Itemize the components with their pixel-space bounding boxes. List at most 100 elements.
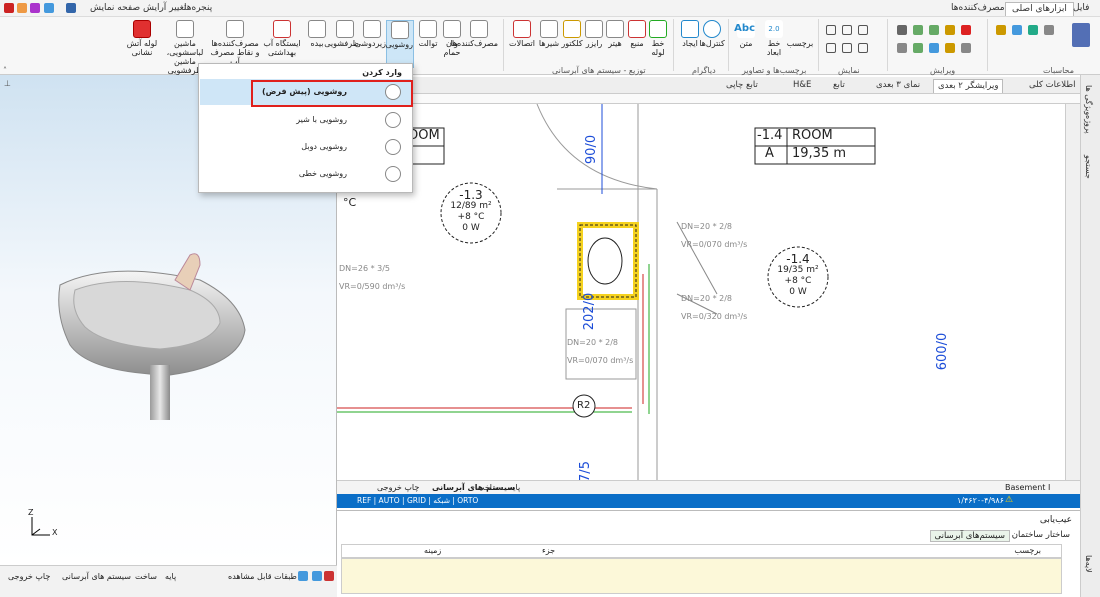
tab-2d-editor[interactable]: ویرایشگر ۲ بعدی xyxy=(933,79,1004,93)
floor-icon[interactable] xyxy=(324,571,334,581)
build-button[interactable]: ساخت xyxy=(477,481,499,494)
calc-icon[interactable] xyxy=(996,25,1006,35)
zoom-in-icon[interactable] xyxy=(826,25,836,35)
tab-h-and-e[interactable]: H&E xyxy=(789,79,815,93)
properties-icon[interactable] xyxy=(929,43,939,53)
zoom-window-icon[interactable] xyxy=(842,43,852,53)
floor-plan-canvas[interactable]: ROOM -1.4 A 19,35 m ROOM -1.3 12/89 m² +8 … xyxy=(337,104,1065,480)
align-icon[interactable] xyxy=(897,25,907,35)
water-systems-button[interactable]: سیستم های آبرسانی xyxy=(432,481,515,494)
copy-icon[interactable] xyxy=(929,25,939,35)
water-systems-button[interactable]: سیستم های آبرسانی xyxy=(62,570,131,583)
zoom-fit-icon[interactable] xyxy=(858,25,868,35)
washbasin-icon xyxy=(391,21,409,39)
warning-icon[interactable]: ⚠ xyxy=(1005,495,1013,505)
column-label[interactable]: برچسب xyxy=(1014,546,1041,555)
room-bubble-right: -1.4 19/35 m² +8 °C 0 W xyxy=(777,252,819,297)
layout-icon[interactable] xyxy=(66,3,76,13)
fittings-button[interactable]: اتصالات xyxy=(508,20,536,68)
ruler xyxy=(337,94,1080,104)
pane-title: عیب‌یابی xyxy=(1039,515,1072,525)
ribbon-collapse-icon[interactable]: ˄ xyxy=(3,66,7,75)
toilet-icon xyxy=(419,20,437,38)
zoom-all-icon[interactable] xyxy=(858,43,868,53)
controls-button[interactable]: کنترل‌ها xyxy=(698,20,726,68)
properties-tab[interactable]: ویژگی ها xyxy=(1084,85,1093,115)
tab-3d-view[interactable]: نمای ۳ بعدی xyxy=(872,79,924,93)
delete-icon[interactable] xyxy=(961,25,971,35)
consumers-button[interactable]: مصرف‌کننده‌ها xyxy=(450,20,498,68)
bidet-icon xyxy=(308,20,326,38)
base-button[interactable]: پایه xyxy=(509,481,520,494)
group-label-distribution: توزیع - سیستم های آبرسانی xyxy=(552,66,646,75)
level-dropdown[interactable]: Basement I xyxy=(1005,481,1050,494)
project-tab[interactable]: پروژه xyxy=(1084,115,1093,134)
pin-icon[interactable]: ⊥ xyxy=(4,79,11,88)
pan-icon[interactable] xyxy=(826,43,836,53)
tab-file[interactable]: فایل xyxy=(1067,2,1095,16)
pipe-label: DN=26 * 3/5 xyxy=(339,264,390,273)
sanitary-station-button[interactable]: ایستگاه آب بهداشتی xyxy=(262,20,302,68)
split-icon[interactable] xyxy=(961,43,971,53)
pipe-label: DN=20 * 2/8 xyxy=(681,222,732,231)
fittings-icon xyxy=(513,20,531,38)
report-icon[interactable] xyxy=(1072,23,1090,47)
snap-modes[interactable]: REF | AUTO | GRID | شبکه | ORTO xyxy=(357,496,478,505)
visible-floors-dropdown[interactable]: طبقات قابل مشاهده xyxy=(228,570,297,583)
column-context[interactable]: زمینه xyxy=(424,546,441,555)
washing-machine-icon xyxy=(176,20,194,38)
group-label-labels: برچسب‌ها و تصاویر xyxy=(742,66,807,75)
dimension-line-button[interactable]: 2.0 خط ابعاد xyxy=(760,20,788,68)
windows-menu[interactable]: پنجره‌ها xyxy=(178,2,218,16)
tab-main-tools[interactable]: ابزارهای اصلی xyxy=(1005,2,1074,16)
output-print-button[interactable]: چاپ خروجی xyxy=(377,481,419,494)
pipeline-button[interactable]: خط لوله xyxy=(644,20,672,68)
rotate-icon[interactable] xyxy=(945,25,955,35)
washing-machine-button[interactable]: ماشین لباسشویی، ماشین ظرفشویی xyxy=(162,20,208,75)
layers-tab[interactable]: لایه‌ها xyxy=(1084,555,1093,573)
label-button[interactable]: برچسب xyxy=(786,20,814,68)
stretch-icon[interactable] xyxy=(913,43,923,53)
consumer-icon xyxy=(470,20,488,38)
drop-icon[interactable] xyxy=(1012,25,1022,35)
table-icon[interactable] xyxy=(1044,25,1054,35)
menu-item-washbasin-tap[interactable]: روشویی با شیر xyxy=(200,107,411,133)
text-button[interactable]: Abc متن xyxy=(732,20,760,68)
search-tab[interactable]: جستجو xyxy=(1084,155,1093,179)
group-label-view: نمایش xyxy=(838,66,860,75)
tab-function[interactable]: تابع xyxy=(829,79,849,93)
tab-building-structure[interactable]: ساختار ساختمان xyxy=(1012,530,1070,540)
build-button[interactable]: ساخت xyxy=(135,570,157,583)
arrow-up-icon[interactable] xyxy=(312,571,322,581)
tab-consumers[interactable]: مصرف‌کننده‌ها xyxy=(945,2,1011,16)
join-icon[interactable] xyxy=(945,43,955,53)
tab-water-systems[interactable]: سیستم‌های آبرسانی xyxy=(929,530,1010,542)
fire-pipe-button[interactable]: لوله آتش نشانی xyxy=(125,20,159,68)
move-icon[interactable] xyxy=(913,25,923,35)
label-icon xyxy=(791,20,809,38)
zoom-out-icon[interactable] xyxy=(842,25,852,35)
flow-icon[interactable] xyxy=(1028,25,1038,35)
mirror-icon[interactable] xyxy=(897,43,907,53)
washbasin-button[interactable]: روشویی xyxy=(386,20,414,68)
menu-item-washbasin-linear[interactable]: روشویی خطی xyxy=(200,161,411,187)
change-layout-button[interactable]: تغییر آرایش صفحه نمایش xyxy=(84,2,192,16)
dimension-icon: 2.0 xyxy=(765,20,783,38)
valve-icon xyxy=(540,20,558,38)
undo-icon[interactable] xyxy=(17,3,27,13)
consumers-and-points-button[interactable]: مصرف‌کننده‌ها و نقاط مصرف آب xyxy=(210,20,260,68)
save-icon[interactable] xyxy=(44,3,54,13)
vertical-scrollbar[interactable] xyxy=(1065,104,1080,480)
base-button[interactable]: پایه xyxy=(165,570,176,583)
shower-tray-button[interactable]: زیردوشی xyxy=(355,20,386,68)
tab-print-function[interactable]: تابع چاپی xyxy=(722,79,762,93)
arrow-down-icon[interactable] xyxy=(298,571,308,581)
redo-icon[interactable] xyxy=(30,3,40,13)
menu-item-washbasin-double[interactable]: روشویی دوبل xyxy=(200,134,411,160)
column-component[interactable]: جزء xyxy=(542,546,555,555)
ribbon: لوله آتش نشانی ماشین لباسشویی، ماشین ظرف… xyxy=(0,17,1100,75)
left-bottom-bar: چاپ خروجی سیستم های آبرسانی ساخت پایه طب… xyxy=(0,565,337,597)
output-print-button[interactable]: چاپ خروجی xyxy=(8,570,50,583)
tab-general-info[interactable]: اطلاعات کلی xyxy=(1025,79,1080,93)
table-body[interactable] xyxy=(341,558,1062,594)
